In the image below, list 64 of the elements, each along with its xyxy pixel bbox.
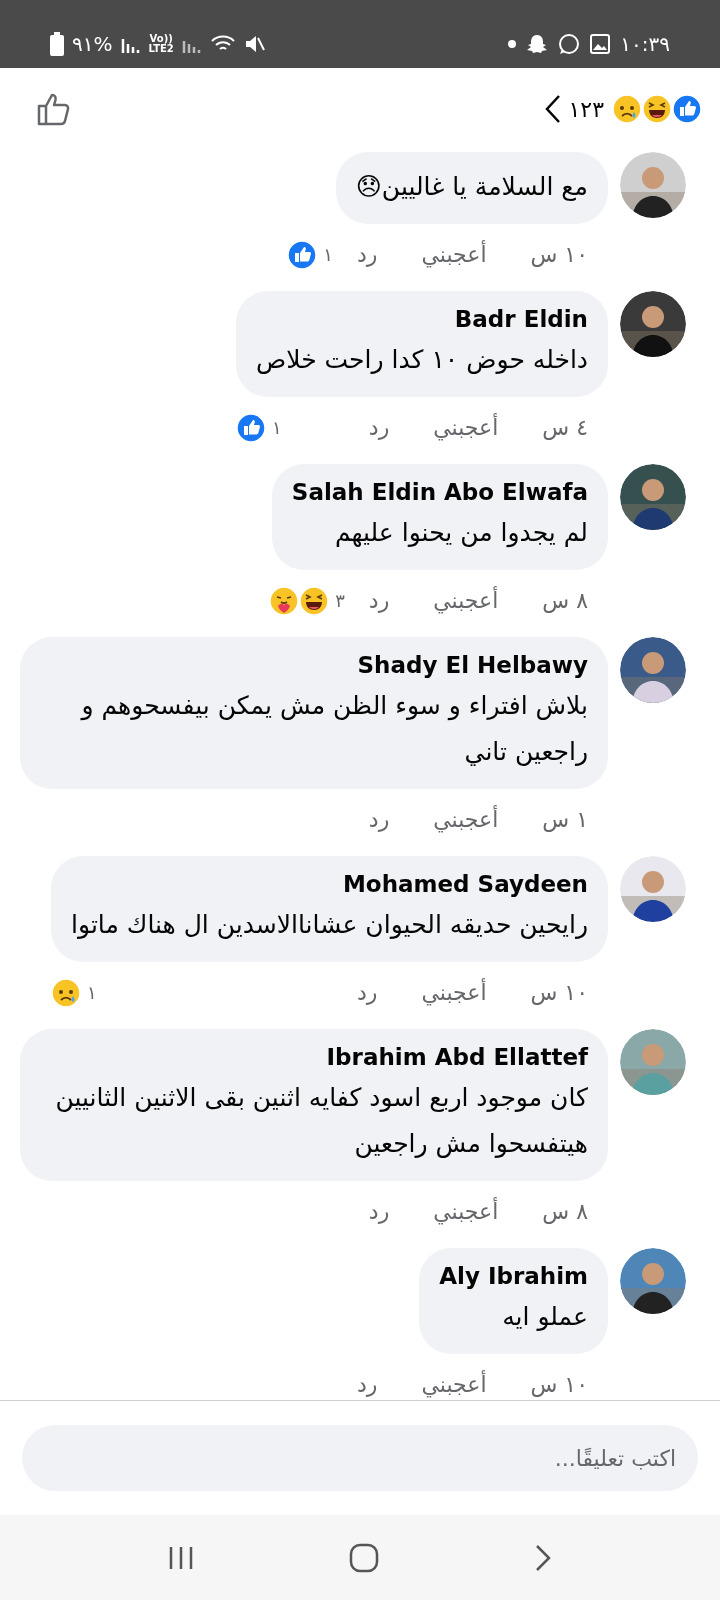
reply-link[interactable]: رد [368,411,390,444]
reply-link[interactable]: رد [357,1368,378,1400]
comment-text: لم يجدوا من يحنوا عليهم [333,517,588,550]
reply-link[interactable]: رد [368,803,390,836]
comment-time: ٨ س [542,587,588,615]
commenter-name[interactable]: Ibrahim Abd Ellattef [40,1041,588,1073]
comment-text: مع السلامة يا غاليين😞 [355,171,588,203]
mute-icon [243,34,266,54]
reaction-count: ١ [87,981,97,1005]
chat-app-icon [558,33,581,55]
reaction-count: ١ [323,243,333,267]
clock: ١٠:٣٩ [620,31,670,58]
dot-icon [508,40,517,48]
like-link[interactable]: أعجبني [433,1195,499,1228]
like-reaction-icon [287,239,318,270]
commenter-name[interactable]: Salah Eldin Abo Elwafa [291,476,588,508]
comment-text: كان موجود اربع اسود كفايه اثنين بقى الاثنين الثانيين هيتفسحوا مش راجعين [54,1082,588,1160]
battery-icon [50,32,64,56]
reply-link[interactable]: رد [357,238,378,271]
gallery-icon [590,34,611,54]
crying-reaction-icon [612,94,642,124]
comment-time: ٤ س [542,414,588,442]
hugging-reaction-icon [269,585,300,616]
commenter-name[interactable]: Mohamed Saydeen [71,868,588,900]
crying-reaction-icon [51,977,81,1008]
comment-time: ١٠ س [530,1371,588,1399]
laughing-reaction-icon [642,94,672,124]
comment-text: داخله حوض ١٠ كدا راحت خلاص [256,344,588,376]
reactions-summary[interactable]: ١٢٣ [544,92,702,126]
reaction-count: ٣ [335,589,345,613]
commenter-name[interactable]: Badr Eldin [256,303,588,335]
commenter-name[interactable]: Aly Ibrahim [439,1260,588,1292]
like-link[interactable]: أعجبني [421,238,487,271]
laughing-reaction-icon [299,585,330,616]
comment-input[interactable]: اكتب تعليقًا... [22,1425,698,1491]
commenter-name[interactable]: Shady El Helbawy [40,649,588,681]
comment-text: عملو ايه [501,1301,588,1333]
thumbs-up-icon[interactable] [36,91,72,127]
chevron-left-icon [544,94,561,124]
comment-text: بلاش افتراء و سوء الظن مش يمكن بيفسحوهم و راجعين تاني [79,690,588,768]
like-link[interactable]: أعجبني [433,584,499,617]
recent-apps-icon[interactable] [167,1544,195,1571]
reply-link[interactable]: رد [357,976,378,1009]
like-reaction-icon [672,94,702,124]
volte-label: Vo)) [149,34,173,44]
comment-time: ١٠ س [530,979,588,1007]
reply-link[interactable]: رد [368,584,390,617]
comment-time: ١٠ س [530,241,588,269]
like-reaction-icon [236,412,266,443]
like-link[interactable]: أعجبني [421,1368,487,1400]
ghost-icon [526,33,549,55]
reaction-total: ١٢٣ [568,95,604,124]
battery-level: %٩١ [72,31,113,58]
like-link[interactable]: أعجبني [433,803,499,836]
reply-link[interactable]: رد [368,1195,390,1228]
like-link[interactable]: أعجبني [433,411,499,444]
like-link[interactable]: أعجبني [421,976,487,1009]
comment-time: ٨ س [542,1198,588,1226]
network-label: LTE2 [148,44,174,54]
reaction-count: ١ [272,416,282,440]
comment-text: رايحين حديقه الحيوان عشاناالاسدين ال هناك ماتوا [71,909,588,941]
comment-time: ١ س [542,806,588,834]
back-icon[interactable] [533,1543,553,1572]
home-icon[interactable] [349,1542,379,1573]
